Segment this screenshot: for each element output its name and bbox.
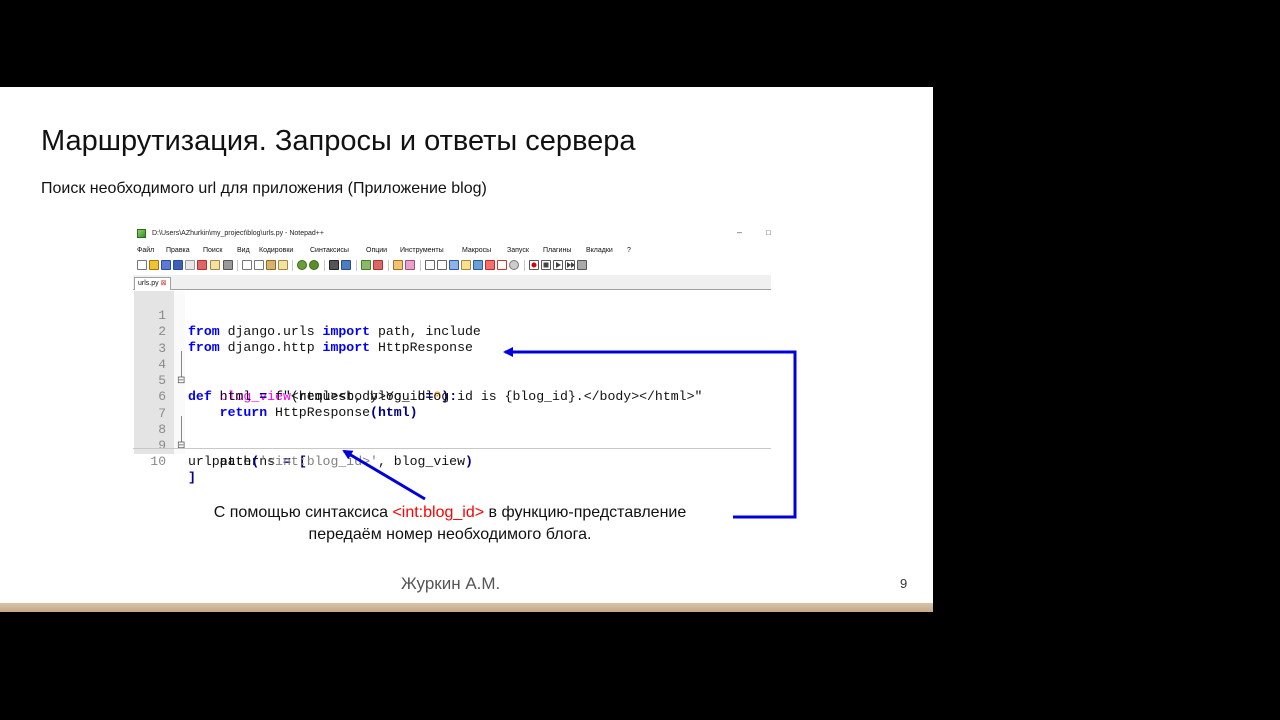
- arrow-to-def-line: [503, 347, 797, 519]
- callout-text: С помощью синтаксиса <int:blog_id> в фун…: [150, 502, 750, 546]
- callout-line-2: передаём номер необходимого блога.: [308, 526, 592, 543]
- footer-author: Журкин А.М.: [401, 574, 501, 593]
- callout-line-1: С помощью синтаксиса <int:blog_id> в фун…: [213, 504, 687, 521]
- page-number: 9: [900, 576, 908, 591]
- slide-bottom-bar: [0, 603, 933, 612]
- slide: Маршрутизация. Запросы и ответы сервера …: [0, 87, 933, 612]
- callout-highlight: <int:blog_id>: [392, 504, 485, 521]
- arrow-to-path-string: [342, 449, 426, 501]
